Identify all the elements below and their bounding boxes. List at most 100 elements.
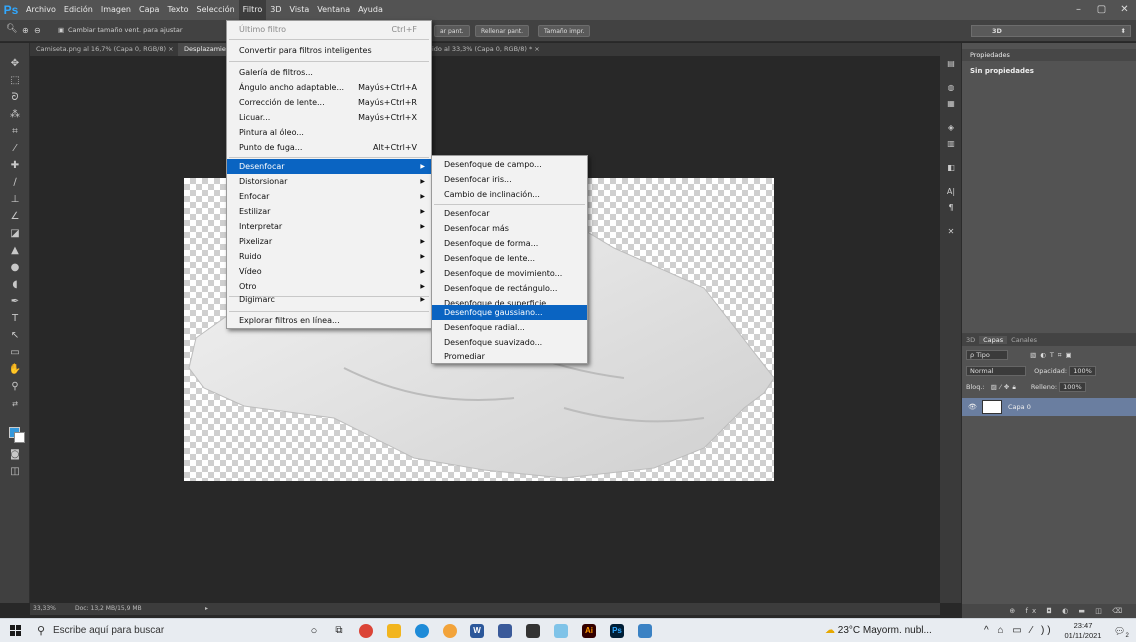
background-color-swatch[interactable] (14, 432, 25, 443)
menu-item-stylize[interactable]: Estilizar ▶ (227, 204, 431, 219)
windows-start-icon[interactable] (10, 625, 22, 637)
menu-item-filter-gallery[interactable]: Galería de filtros... (227, 65, 431, 80)
menu-item-field-blur[interactable]: Desenfoque de campo... (432, 157, 587, 172)
print-size-button[interactable]: Tamaño impr. (538, 25, 591, 37)
character-panel-icon[interactable]: A| (944, 187, 958, 199)
history-brush-icon[interactable]: ∠ (8, 210, 22, 224)
zoom-level[interactable]: 33,33% (33, 603, 56, 615)
menu-item-noise[interactable]: Ruido ▶ (227, 249, 431, 264)
tab-3d[interactable]: 3D (962, 336, 979, 344)
system-tray-icons[interactable]: ^ ⌂ ▭ ⁄ )) (984, 619, 1054, 642)
fill-screen-button-partial[interactable]: ar pant. (434, 25, 470, 37)
eye-icon[interactable]: 👁︎ (968, 398, 977, 416)
blur-tool-icon[interactable]: ● (8, 261, 22, 275)
cortana-icon[interactable]: ○ (307, 624, 321, 638)
restore-icon[interactable]: ▢ (1090, 0, 1113, 20)
fit-window-checkbox[interactable]: ▣ (58, 25, 64, 36)
menu-ayuda[interactable]: Ayuda (354, 0, 387, 20)
zoom-in-icon[interactable]: ⊕ (22, 25, 29, 36)
menu-item-blur[interactable]: Desenfocar (432, 206, 587, 221)
menu-item-video[interactable]: Vídeo ▶ (227, 264, 431, 279)
close-icon[interactable]: ✕ (1113, 0, 1136, 20)
hand-tool-icon[interactable]: ✋ (8, 363, 22, 377)
app-dark-icon[interactable] (526, 624, 540, 638)
tools-preset-icon[interactable]: ✕ (944, 227, 958, 239)
word-icon[interactable]: W (470, 624, 484, 638)
menu-item-tilt-shift[interactable]: Cambio de inclinación... (432, 187, 587, 202)
menu-item-iris-blur[interactable]: Desenfocar iris... (432, 172, 587, 187)
menu-vista[interactable]: Vista (286, 0, 314, 20)
pen-tool-icon[interactable]: ✒ (8, 295, 22, 309)
photoshop-taskbar-icon[interactable]: Ps (610, 624, 624, 638)
app-orange-icon[interactable] (443, 624, 457, 638)
zoom-out-icon[interactable]: ⊖ (34, 25, 41, 36)
layer-name[interactable]: Capa 0 (1008, 398, 1031, 416)
stamp-tool-icon[interactable]: ⊥ (8, 193, 22, 207)
fill-screen-button[interactable]: Rellenar pant. (475, 25, 530, 37)
menu-item-shape-blur[interactable]: Desenfoque de forma... (432, 236, 587, 251)
fill-input[interactable]: 100% (1059, 382, 1086, 392)
tab-desplazamiento[interactable]: Desplazamie (178, 43, 232, 56)
menu-item-oil-paint[interactable]: Pintura al óleo... (227, 125, 431, 140)
menu-archivo[interactable]: Archivo (22, 0, 60, 20)
menu-item-smart-filters[interactable]: Convertir para filtros inteligentes (227, 43, 431, 58)
properties-panel-header[interactable]: Propiedades (962, 49, 1136, 61)
swatches-panel-icon[interactable]: ▦ (944, 99, 958, 111)
zoom-tool-icon[interactable]: 🔍︎ (6, 24, 17, 35)
menu-item-sharpen[interactable]: Enfocar ▶ (227, 189, 431, 204)
menu-item-blur-more[interactable]: Desenfocar más (432, 221, 587, 236)
path-select-icon[interactable]: ↖ (8, 329, 22, 343)
menu-item-blur[interactable]: Desenfocar ▶ (227, 159, 431, 174)
blend-mode-select[interactable]: Normal (966, 366, 1026, 376)
opacity-input[interactable]: 100% (1069, 366, 1096, 376)
edge-icon[interactable] (415, 624, 429, 638)
menu-filtro[interactable]: Filtro (238, 0, 267, 20)
tab-canales[interactable]: Canales (1007, 336, 1041, 344)
menu-seleccion[interactable]: Selección (193, 0, 239, 20)
menu-item-liquify[interactable]: Licuar... Mayús+Ctrl+X (227, 110, 431, 125)
color-panel-icon[interactable]: ◍ (944, 83, 958, 95)
adjustments-panel-icon[interactable]: ◈ (944, 123, 958, 135)
file-explorer-icon[interactable] (387, 624, 401, 638)
lock-icons[interactable]: ▨⁄✥🔒︎ (991, 383, 1019, 391)
tab-capas[interactable]: Capas (979, 336, 1008, 344)
layer-row[interactable]: 👁︎ Capa 0 (962, 398, 1136, 416)
menu-item-smart-blur[interactable]: Desenfoque suavizado... (432, 335, 587, 350)
shape-tool-icon[interactable]: ▭ (8, 346, 22, 360)
crop-tool-icon[interactable]: ⌗ (8, 125, 22, 139)
swap-colors-icon[interactable]: ⇄ (8, 397, 22, 411)
chrome-icon[interactable] (359, 624, 373, 638)
menu-imagen[interactable]: Imagen (97, 0, 135, 20)
workspace-select[interactable]: 3D ⬍ (971, 25, 1131, 37)
layer-filter-icons[interactable]: ▧◐T⌗▣ (1030, 351, 1076, 359)
menu-item-gaussian-blur[interactable]: Desenfoque gaussiano... (432, 305, 587, 320)
libraries-panel-icon[interactable]: ◧ (944, 163, 958, 175)
menu-item-last-filter[interactable]: Último filtro Ctrl+F (227, 22, 431, 37)
marquee-tool-icon[interactable]: ⬚ (8, 74, 22, 88)
screen-mode-icon[interactable]: ◫ (8, 465, 22, 479)
menu-item-lens-blur[interactable]: Desenfoque de lente... (432, 251, 587, 266)
menu-item-box-blur[interactable]: Desenfoque de rectángulo... (432, 281, 587, 296)
menu-item-lens-correction[interactable]: Corrección de lente... Mayús+Ctrl+R (227, 95, 431, 110)
menu-capa[interactable]: Capa (135, 0, 163, 20)
menu-item-distort[interactable]: Distorsionar ▶ (227, 174, 431, 189)
quick-select-tool-icon[interactable]: ⁂ (8, 108, 22, 122)
notification-icon[interactable]: 💬︎2 (1114, 619, 1129, 642)
illustrator-icon[interactable]: Ai (582, 624, 596, 638)
healing-tool-icon[interactable]: ✚ (8, 159, 22, 173)
eraser-tool-icon[interactable]: ◪ (8, 227, 22, 241)
quick-mask-icon[interactable]: ◙ (8, 448, 22, 462)
eyedropper-tool-icon[interactable]: ⁄ (8, 142, 22, 156)
menu-edicion[interactable]: Edición (60, 0, 97, 20)
menu-item-browse-online[interactable]: Explorar filtros en línea... (227, 313, 431, 328)
type-tool-icon[interactable]: T (8, 312, 22, 326)
weather-widget[interactable]: ☁︎ 23°C Mayorm. nubl... (825, 619, 932, 642)
menu-item-wide-angle[interactable]: Ángulo ancho adaptable... Mayús+Ctrl+A (227, 80, 431, 95)
brush-tool-icon[interactable]: ∕ (8, 176, 22, 190)
move-tool-icon[interactable]: ✥ (8, 57, 22, 71)
menu-item-average[interactable]: Promediar (432, 350, 587, 364)
status-arrow-icon[interactable]: ▸ (205, 603, 208, 615)
dodge-tool-icon[interactable]: ◖ (8, 278, 22, 292)
photos-icon[interactable] (638, 624, 652, 638)
menu-ventana[interactable]: Ventana (313, 0, 354, 20)
